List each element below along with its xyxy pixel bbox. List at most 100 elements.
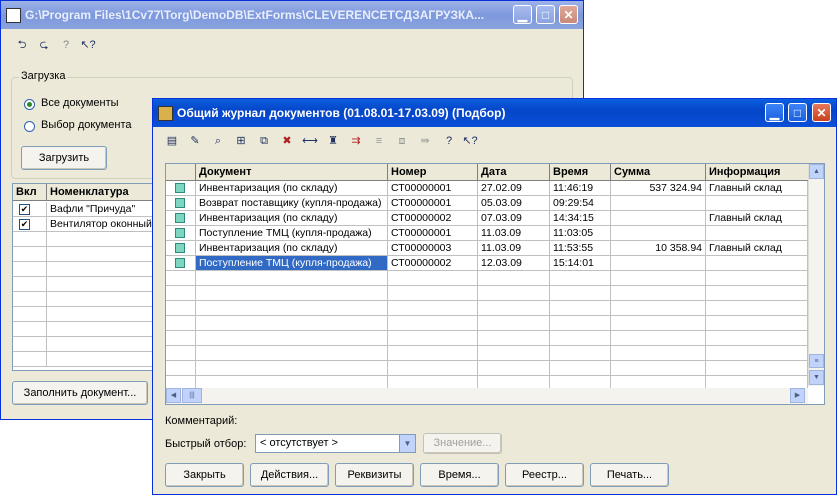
row-icon-cell[interactable] [166, 256, 196, 271]
doc-date-cell[interactable]: 07.03.09 [478, 211, 550, 226]
radio-select-document[interactable] [24, 121, 35, 132]
col-header-date[interactable]: Дата [478, 164, 550, 181]
doc-time-cell[interactable]: 11:53:55 [550, 241, 611, 256]
filter-icon[interactable]: ≡ [370, 133, 388, 151]
col-header-number[interactable]: Номер [388, 164, 478, 181]
horizontal-scrollbar[interactable]: ◀ ||| ▶ [166, 388, 808, 404]
edit-icon[interactable]: ✎ [186, 133, 204, 151]
value-button[interactable]: Значение... [423, 433, 502, 454]
row-icon-cell[interactable] [166, 241, 196, 256]
scroll-thumb[interactable]: ≡ [809, 354, 824, 368]
arrow-icon[interactable]: ⇛ [416, 133, 434, 151]
filter-off-icon[interactable]: ⧈ [393, 133, 411, 151]
row-icon-cell[interactable] [166, 181, 196, 196]
arrow-left-icon[interactable]: ⮌ [13, 37, 31, 55]
row-icon-cell[interactable] [166, 196, 196, 211]
checkbox[interactable]: ✔ [19, 219, 30, 230]
post-icon[interactable]: ⇉ [347, 133, 365, 151]
find-icon[interactable]: ⌕ [209, 133, 227, 151]
items-table[interactable]: Вкл Номенклатура ✔ Вафли "Причуда" ✔ Вен… [12, 183, 162, 371]
doc-time-cell[interactable]: 15:14:01 [550, 256, 611, 271]
doc-number-cell[interactable]: СТ00000001 [388, 196, 478, 211]
doc-info-cell[interactable] [706, 256, 808, 271]
print-button[interactable]: Печать... [590, 463, 669, 487]
vertical-scrollbar[interactable]: ▲ ≡ ▼ [808, 164, 824, 386]
col-header-time[interactable]: Время [550, 164, 611, 181]
doc-date-cell[interactable]: 12.03.09 [478, 256, 550, 271]
doc-time-cell[interactable]: 11:46:19 [550, 181, 611, 196]
pointer-help-icon[interactable]: ↖? [79, 37, 97, 55]
table-row[interactable]: ✔ [13, 217, 47, 232]
doc-info-cell[interactable]: Главный склад [706, 241, 808, 256]
doc-type-cell[interactable]: Инвентаризация (по складу) [196, 181, 388, 196]
actions-button[interactable]: Действия... [250, 463, 329, 487]
doc-time-cell[interactable]: 11:03:05 [550, 226, 611, 241]
delete-icon[interactable]: ✖ [278, 133, 296, 151]
scroll-down-button[interactable]: ▼ [809, 370, 824, 385]
doc-type-cell[interactable]: Возврат поставщику (купля-продажа) [196, 196, 388, 211]
doc-time-cell[interactable]: 14:34:15 [550, 211, 611, 226]
doc-info-cell[interactable] [706, 196, 808, 211]
doc-type-cell[interactable]: Инвентаризация (по складу) [196, 241, 388, 256]
doc-sum-cell[interactable] [611, 256, 706, 271]
minimize-button[interactable]: ▁ [765, 103, 784, 122]
maximize-button[interactable]: □ [536, 5, 555, 24]
col-header-icon[interactable] [166, 164, 196, 181]
journal-window-titlebar[interactable]: Общий журнал документов (01.08.01-17.03.… [153, 99, 836, 127]
doc-number-cell[interactable]: СТ00000003 [388, 241, 478, 256]
range-icon[interactable]: ⟷ [301, 133, 319, 151]
attributes-button[interactable]: Реквизиты [335, 463, 414, 487]
radio-all-documents[interactable] [24, 99, 35, 110]
close-button[interactable]: ✕ [559, 5, 578, 24]
col-header-document[interactable]: Документ [196, 164, 388, 181]
close-journal-button[interactable]: Закрыть [165, 463, 244, 487]
maximize-button[interactable]: □ [788, 103, 807, 122]
doc-type-cell[interactable]: Поступление ТМЦ (купля-продажа) [196, 226, 388, 241]
col-header-info[interactable]: Информация [706, 164, 810, 181]
pointer-help-icon[interactable]: ↖? [461, 133, 479, 151]
doc-sum-cell[interactable] [611, 196, 706, 211]
tree-icon[interactable]: ♜ [324, 133, 342, 151]
doc-type-cell[interactable]: Инвентаризация (по складу) [196, 211, 388, 226]
scroll-left-button[interactable]: ◀ [166, 388, 181, 403]
checkbox[interactable]: ✔ [19, 204, 30, 215]
add-row-icon[interactable]: ⊞ [232, 133, 250, 151]
scroll-right-button[interactable]: ▶ [790, 388, 805, 403]
doc-time-cell[interactable]: 09:29:54 [550, 196, 611, 211]
doc-date-cell[interactable]: 11.03.09 [478, 226, 550, 241]
col-header-sum[interactable]: Сумма [611, 164, 706, 181]
doc-type-cell[interactable]: Поступление ТМЦ (купля-продажа) [196, 256, 388, 271]
registry-button[interactable]: Реестр... [505, 463, 584, 487]
doc-sum-cell[interactable] [611, 226, 706, 241]
close-button[interactable]: ✕ [812, 103, 831, 122]
help-icon[interactable]: ? [57, 37, 75, 55]
doc-date-cell[interactable]: 11.03.09 [478, 241, 550, 256]
doc-date-cell[interactable]: 27.02.09 [478, 181, 550, 196]
arrow-right-icon[interactable]: ⮎ [35, 37, 53, 55]
doc-number-cell[interactable]: СТ00000002 [388, 256, 478, 271]
col-header-nomenclature[interactable]: Номенклатура [47, 184, 161, 201]
documents-table[interactable]: Документ Номер Дата Время Сумма Информац… [165, 163, 825, 405]
minimize-button[interactable]: ▁ [513, 5, 532, 24]
doc-info-cell[interactable]: Главный склад [706, 181, 808, 196]
doc-sum-cell[interactable] [611, 211, 706, 226]
quick-filter-select[interactable]: < отсутствует > ▼ [255, 434, 416, 453]
doc-number-cell[interactable]: СТ00000002 [388, 211, 478, 226]
help-icon[interactable]: ? [440, 133, 458, 151]
doc-sum-cell[interactable]: 537 324.94 [611, 181, 706, 196]
row-icon-cell[interactable] [166, 226, 196, 241]
doc-date-cell[interactable]: 05.03.09 [478, 196, 550, 211]
doc-info-cell[interactable] [706, 226, 808, 241]
new-icon[interactable]: ▤ [163, 133, 181, 151]
doc-number-cell[interactable]: СТ00000001 [388, 226, 478, 241]
load-button[interactable]: Загрузить [21, 146, 107, 170]
h-scroll-thumb[interactable]: ||| [182, 388, 202, 403]
doc-number-cell[interactable]: СТ00000001 [388, 181, 478, 196]
doc-info-cell[interactable]: Главный склад [706, 211, 808, 226]
row-icon-cell[interactable] [166, 211, 196, 226]
scroll-up-button[interactable]: ▲ [809, 164, 824, 179]
copy-icon[interactable]: ⧉ [255, 133, 273, 151]
chevron-down-icon[interactable]: ▼ [399, 435, 415, 452]
table-row[interactable]: ✔ [13, 202, 47, 217]
col-header-enabled[interactable]: Вкл [13, 184, 47, 201]
